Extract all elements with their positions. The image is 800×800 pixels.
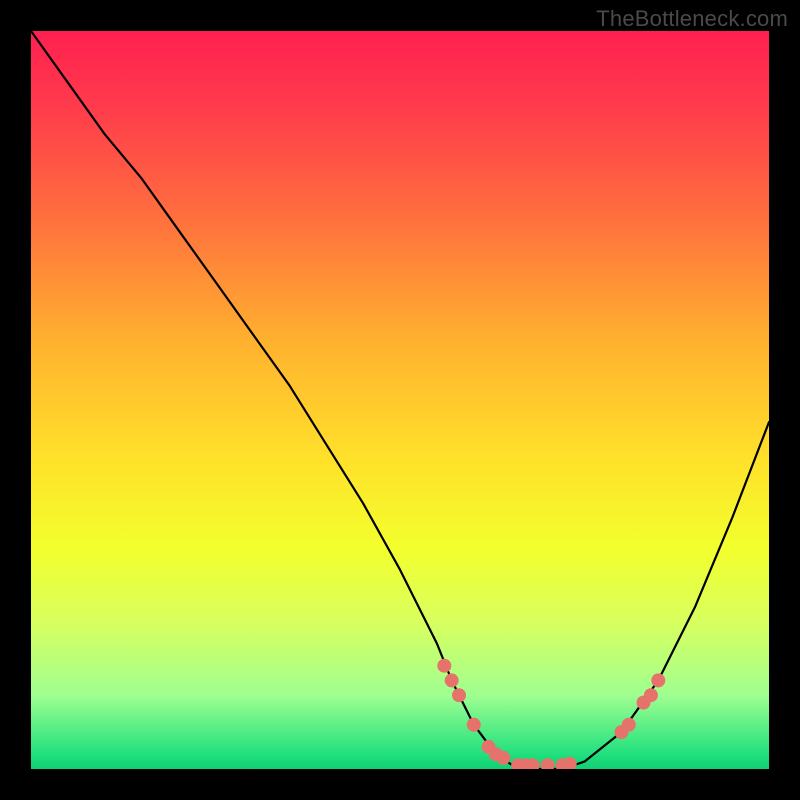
marker-dot <box>563 757 577 769</box>
chart-stage: TheBottleneck.com <box>0 0 800 800</box>
marker-dot <box>437 659 451 673</box>
plot-area <box>31 31 769 769</box>
marker-dot <box>651 673 665 687</box>
bottleneck-curve <box>31 31 769 769</box>
watermark-label: TheBottleneck.com <box>596 6 788 32</box>
chart-svg <box>31 31 769 769</box>
marker-dot <box>467 718 481 732</box>
marker-dot <box>452 688 466 702</box>
marker-dot <box>445 673 459 687</box>
marker-dot <box>644 688 658 702</box>
marker-dots <box>437 659 665 769</box>
marker-dot <box>541 758 555 769</box>
marker-dot <box>496 751 510 765</box>
marker-dot <box>622 718 636 732</box>
